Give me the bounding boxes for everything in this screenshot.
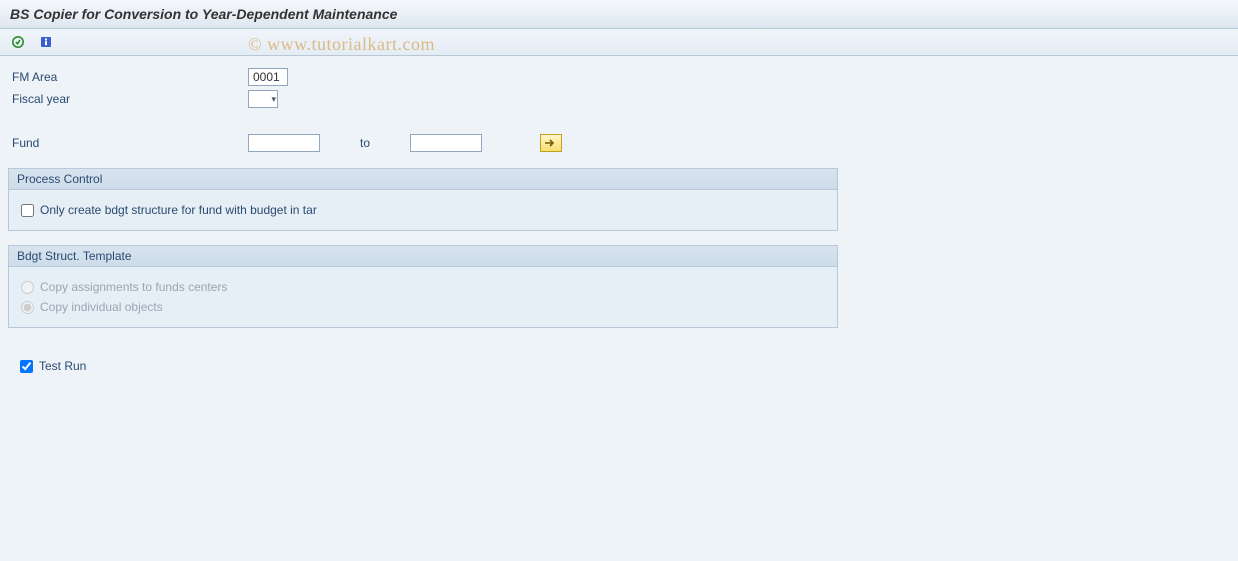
fiscal-year-label: Fiscal year bbox=[8, 92, 248, 106]
fiscal-year-input[interactable] bbox=[248, 90, 278, 108]
fund-row: Fund to bbox=[8, 132, 1230, 154]
content-area: FM Area Fiscal year ▾ Fund to Process Co… bbox=[0, 56, 1238, 386]
copy-assignments-label: Copy assignments to funds centers bbox=[40, 280, 227, 294]
test-run-label: Test Run bbox=[39, 359, 86, 373]
toolbar bbox=[0, 29, 1238, 56]
copy-individual-row: Copy individual objects bbox=[21, 297, 825, 317]
info-icon[interactable] bbox=[36, 33, 56, 51]
fm-area-row: FM Area bbox=[8, 66, 1230, 88]
fund-to-label: to bbox=[360, 136, 370, 150]
template-title: Bdgt Struct. Template bbox=[9, 246, 837, 267]
copy-individual-label: Copy individual objects bbox=[40, 300, 163, 314]
only-create-checkbox[interactable] bbox=[21, 204, 34, 217]
page-title: BS Copier for Conversion to Year-Depende… bbox=[0, 0, 1238, 29]
fiscal-year-row: Fiscal year ▾ bbox=[8, 88, 1230, 110]
fund-label: Fund bbox=[8, 136, 248, 150]
execute-icon[interactable] bbox=[8, 33, 28, 51]
fm-area-input[interactable] bbox=[248, 68, 288, 86]
multiple-selection-button[interactable] bbox=[540, 134, 562, 152]
fund-to-input[interactable] bbox=[410, 134, 482, 152]
template-group: Bdgt Struct. Template Copy assignments t… bbox=[8, 245, 838, 328]
test-run-row[interactable]: Test Run bbox=[8, 356, 1230, 376]
copy-assignments-radio bbox=[21, 281, 34, 294]
only-create-label: Only create bdgt structure for fund with… bbox=[40, 203, 317, 217]
copy-assignments-row: Copy assignments to funds centers bbox=[21, 277, 825, 297]
test-run-checkbox[interactable] bbox=[20, 360, 33, 373]
process-control-title: Process Control bbox=[9, 169, 837, 190]
fm-area-label: FM Area bbox=[8, 70, 248, 84]
process-control-group: Process Control Only create bdgt structu… bbox=[8, 168, 838, 231]
only-create-row[interactable]: Only create bdgt structure for fund with… bbox=[21, 200, 825, 220]
fund-from-input[interactable] bbox=[248, 134, 320, 152]
copy-individual-radio bbox=[21, 301, 34, 314]
